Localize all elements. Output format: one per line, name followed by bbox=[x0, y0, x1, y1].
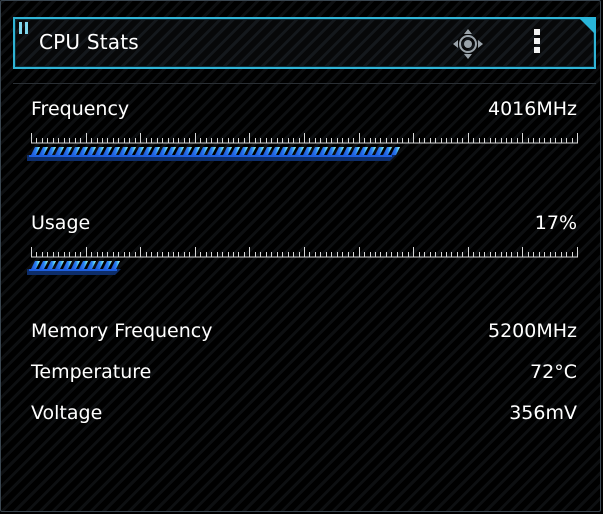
temperature-value: 72°C bbox=[530, 361, 577, 383]
widget-header: CPU Stats bbox=[13, 17, 596, 69]
move-crosshair-icon[interactable] bbox=[451, 27, 485, 61]
header-corner-accent bbox=[578, 17, 596, 35]
usage-label: Usage bbox=[31, 212, 91, 234]
header-decoration-ticks bbox=[19, 19, 31, 38]
header-divider bbox=[13, 83, 596, 84]
usage-row: Usage 17% bbox=[31, 212, 577, 234]
frequency-progress-bar bbox=[27, 147, 400, 161]
temperature-row: Temperature 72°C bbox=[31, 361, 577, 383]
usage-progress-bar bbox=[27, 261, 121, 275]
usage-value: 17% bbox=[534, 212, 577, 234]
kebab-menu-icon[interactable] bbox=[527, 27, 547, 61]
memory-frequency-label: Memory Frequency bbox=[31, 320, 213, 342]
frequency-value: 4016MHz bbox=[487, 98, 577, 120]
frequency-scale bbox=[31, 133, 578, 144]
voltage-label: Voltage bbox=[31, 402, 103, 424]
voltage-row: Voltage 356mV bbox=[31, 402, 577, 424]
voltage-value: 356mV bbox=[509, 402, 577, 424]
memory-frequency-value: 5200MHz bbox=[487, 320, 577, 342]
usage-scale bbox=[31, 247, 578, 258]
temperature-label: Temperature bbox=[31, 361, 152, 383]
frequency-row: Frequency 4016MHz bbox=[31, 98, 577, 120]
widget-title: CPU Stats bbox=[39, 30, 139, 54]
frequency-label: Frequency bbox=[31, 98, 130, 120]
memory-frequency-row: Memory Frequency 5200MHz bbox=[31, 320, 577, 342]
cpu-stats-widget: CPU Stats Frequency 4016MHz Usage 17% Me… bbox=[0, 0, 601, 512]
